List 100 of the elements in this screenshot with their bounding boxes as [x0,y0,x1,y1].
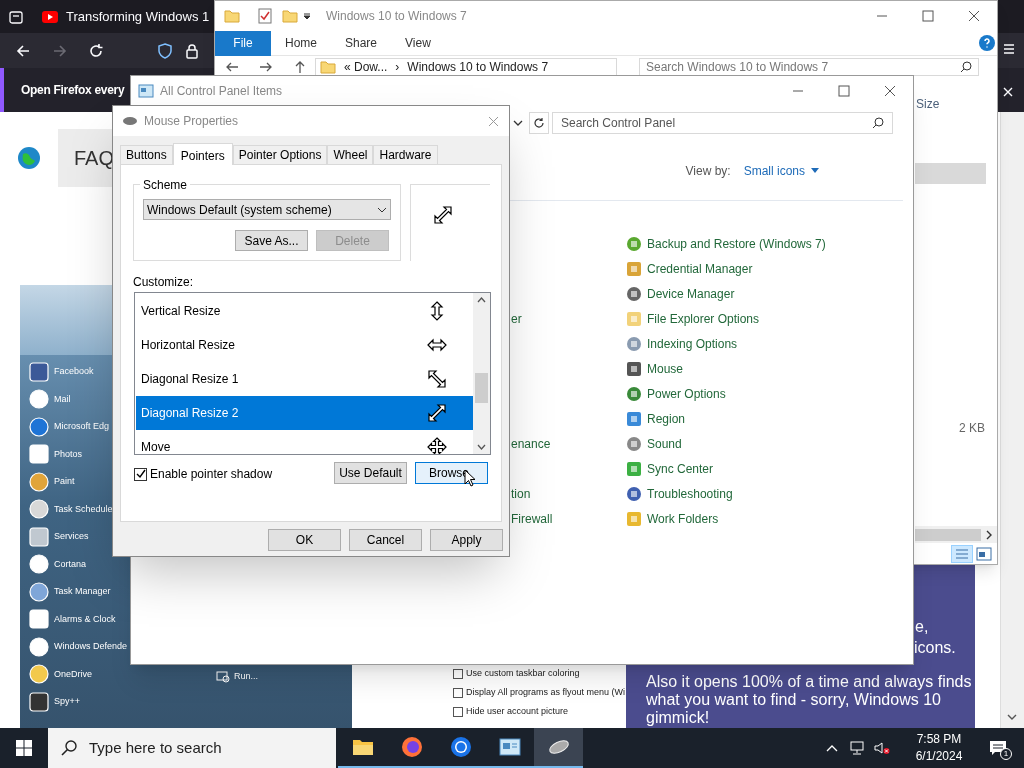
app-icon [28,498,50,521]
close-icon[interactable] [968,10,980,22]
scrollbar-thumb[interactable] [915,528,981,541]
checkbox[interactable] [134,467,147,481]
taskbar-app[interactable] [534,728,583,768]
menu-item[interactable]: Mail [54,392,71,406]
back-icon[interactable] [15,42,31,59]
ok-button[interactable]: OK [268,529,341,551]
list-row[interactable]: Move [136,430,473,454]
checkbox-label: Enable pointer shadow [150,466,273,483]
applet-link[interactable]: enance [511,434,551,453]
apply-button[interactable]: Apply [430,529,503,551]
applet-link[interactable]: Mouse [647,359,684,378]
ribbon-tab[interactable]: View [391,34,445,52]
checkbox[interactable] [453,687,463,698]
menu-item[interactable]: Facebook [54,365,94,379]
applet-link[interactable]: Sound [647,434,682,453]
notifications-button[interactable]: 1 [980,728,1016,768]
taskbar-search-field[interactable]: Type here to search [48,728,336,768]
menu-item[interactable]: Task Schedule [54,502,113,516]
browser-tab[interactable]: Transforming Windows 1 [34,0,214,33]
menu-item[interactable]: OneDrive [54,667,92,681]
app-icon [28,443,50,466]
maximize-icon[interactable] [838,84,850,97]
view-dropdown[interactable]: Small icons [743,161,819,180]
menu-item[interactable]: Services [54,530,89,544]
scroll-down-icon[interactable] [1006,712,1018,722]
refresh-button[interactable] [529,112,549,134]
dropdown-icon[interactable] [513,119,523,127]
clock-date[interactable]: 6/1/2024 [915,748,963,765]
mouse-icon [122,116,138,126]
list-row[interactable]: Diagonal Resize 2 [136,396,473,430]
tab[interactable]: Buttons [120,145,173,164]
tab[interactable]: Pointer Options [232,145,328,164]
checkbox[interactable] [453,668,463,679]
promo-fragment: icons. [914,638,956,658]
menu-item[interactable]: Paint [54,475,75,489]
applet-link[interactable]: Firewall [511,509,553,528]
menu-item[interactable]: Windows Defende [54,640,128,654]
applet-link[interactable]: Backup and Restore (Windows 7) [647,234,826,253]
applet-link[interactable]: Work Folders [647,509,719,528]
column-header[interactable]: Size [916,95,940,113]
section-label: Customize: [133,274,194,291]
applet-link[interactable]: Region [647,409,686,428]
save-as-button[interactable]: Save As... [235,230,308,251]
video-play-icon [42,10,58,23]
list-row[interactable]: Vertical Resize [136,294,473,328]
tab-list-icon[interactable] [8,8,24,25]
menu-item[interactable]: Photos [54,447,83,461]
list-row[interactable]: Diagonal Resize 1 [136,362,473,396]
horizontal-scrollbar[interactable] [915,526,997,543]
menu-item[interactable]: Run... [234,670,258,684]
applet-link[interactable]: Troubleshooting [647,484,733,503]
maximize-icon[interactable] [922,10,934,22]
up-icon[interactable] [293,59,307,74]
applet-link[interactable]: Indexing Options [647,334,738,353]
file-menu-tab[interactable]: File [215,30,271,56]
applet-link[interactable]: tion [511,484,531,503]
tab[interactable]: Hardware [373,145,438,164]
applet-link[interactable]: Credential Manager [647,259,753,278]
scroll-down-icon[interactable] [477,444,486,450]
checkbox[interactable] [453,706,463,717]
scrollbar-thumb[interactable] [475,373,488,403]
vertical-scrollbar[interactable] [473,293,490,454]
use-default-button[interactable]: Use Default [334,462,407,484]
tab[interactable]: Wheel [327,145,374,164]
dropdown-icon[interactable] [302,11,312,21]
clock-time[interactable]: 7:58 PM [916,731,962,748]
applet-link[interactable]: Power Options [647,384,726,403]
applet-link[interactable]: Sync Center [647,459,714,478]
large-icons-view-icon[interactable] [976,547,992,561]
applet-link[interactable]: er [511,309,522,328]
menu-item[interactable]: Cortana [54,557,87,571]
menu-item[interactable]: Task Manager [54,585,111,599]
reload-icon[interactable] [88,42,104,59]
applet-link[interactable]: File Explorer Options [647,309,760,328]
ribbon-tab[interactable]: Home [271,34,331,52]
menu-item[interactable]: Microsoft Edg [54,420,110,434]
search-field[interactable]: Search Control Panel [552,112,893,134]
volume-muted-icon[interactable] [874,741,890,755]
shield-icon[interactable] [157,42,173,59]
properties-icon[interactable] [258,8,272,24]
close-icon[interactable] [884,84,896,97]
cancel-button[interactable]: Cancel [349,529,422,551]
menu-item[interactable]: Spy++ [54,695,81,709]
scroll-right-icon[interactable] [985,529,993,540]
menu-icon[interactable] [1003,43,1015,55]
chevron-up-icon[interactable] [826,744,838,752]
applet-link[interactable]: Device Manager [647,284,735,303]
menu-item[interactable]: Alarms & Clock [54,612,116,626]
tab[interactable]: Pointers [172,143,233,165]
globe-icon [17,146,41,170]
scheme-dropdown[interactable]: Windows Default (system scheme) [143,199,391,220]
promo-text: Also it opens 100% of a time and always finds what you want to find - sorry, Windows 10 gimmick! [646,673,972,727]
network-icon[interactable] [850,741,866,755]
help-icon[interactable] [979,35,995,51]
ribbon-tab[interactable]: Share [331,34,392,52]
lock-icon[interactable] [185,42,199,59]
list-row[interactable]: Horizontal Resize [136,328,473,362]
scroll-up-icon[interactable] [477,297,486,303]
